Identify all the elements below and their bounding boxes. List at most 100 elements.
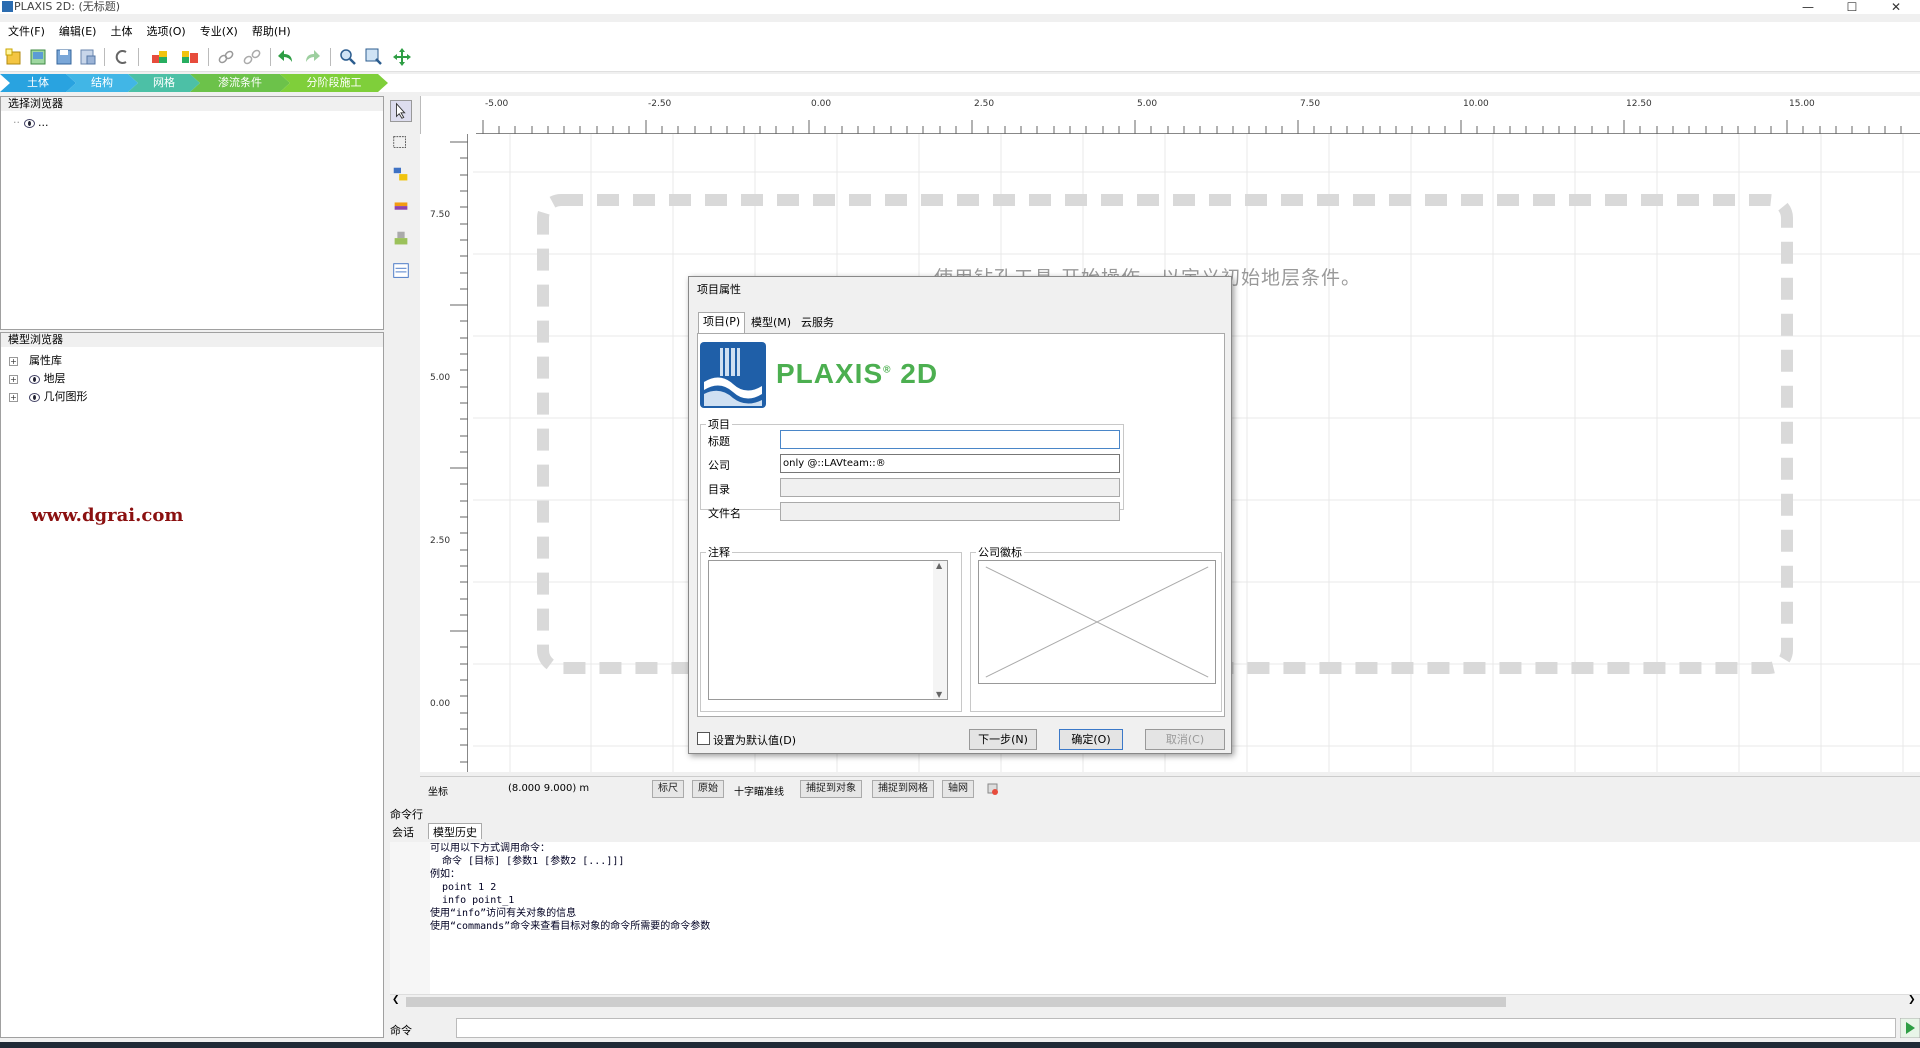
snap-to-grid-button[interactable]: 捕捉到网格 <box>872 780 934 798</box>
visibility-eye-icon[interactable] <box>23 118 35 128</box>
pan-icon[interactable] <box>392 47 412 67</box>
expand-icon[interactable]: + <box>9 375 18 384</box>
tab-cloud-services[interactable]: 云服务 <box>797 314 838 332</box>
command-input[interactable] <box>456 1018 1896 1038</box>
mode-soil-tab[interactable]: 土体 <box>0 74 76 92</box>
visibility-eye-icon[interactable] <box>29 374 40 384</box>
create-soil-icon[interactable] <box>390 228 412 250</box>
selection-root-item[interactable]: ·· ... <box>13 115 49 131</box>
dialog-title: 项目属性 <box>697 283 741 296</box>
rulers-toggle-button[interactable]: 标尺 <box>652 780 684 798</box>
next-button[interactable]: 下一步(N) <box>969 729 1037 750</box>
tab-model[interactable]: 模型(M) <box>747 314 795 332</box>
redo-icon[interactable] <box>302 47 322 67</box>
scrollbar-thumb[interactable] <box>406 997 1506 1007</box>
scroll-up-icon[interactable]: ▲ <box>936 561 942 570</box>
ruler-x-label: 2.50 <box>974 99 995 109</box>
field-filename-label: 文件名 <box>708 507 741 520</box>
tab-project[interactable]: 项目(P) <box>698 312 746 333</box>
save-as-icon[interactable] <box>78 47 98 67</box>
select-cursor-icon[interactable] <box>390 100 412 122</box>
output-line: 使用“info”访问有关对象的信息 <box>430 908 577 919</box>
import-soil-icon[interactable] <box>390 164 412 186</box>
zoom-in-icon[interactable] <box>338 47 358 67</box>
field-title-label: 标题 <box>708 435 730 448</box>
zoom-window-icon[interactable] <box>364 47 384 67</box>
horizontal-scrollbar[interactable]: ❮ ❯ <box>390 994 1920 1008</box>
tree-item-geometry[interactable]: + 几何图形 <box>9 389 88 405</box>
company-logo-placeholder-icon[interactable] <box>978 560 1216 684</box>
coordinates-value: (8.000 9.000) m <box>508 783 590 794</box>
toolbar <box>0 42 1920 72</box>
borehole-icon[interactable] <box>390 196 412 218</box>
close-button[interactable]: ✕ <box>1876 0 1916 14</box>
minimize-button[interactable]: — <box>1788 0 1828 14</box>
mode-structures-tab[interactable]: 结构 <box>66 74 138 92</box>
app-icon <box>2 1 13 12</box>
origin-toggle-button[interactable]: 原始 <box>692 780 724 798</box>
save-icon[interactable] <box>54 47 74 67</box>
import-geometry-icon[interactable] <box>150 47 170 67</box>
visibility-eye-icon[interactable] <box>29 392 40 402</box>
expand-icon[interactable]: + <box>9 393 18 402</box>
title-input[interactable] <box>780 430 1120 449</box>
mode-mesh-tab[interactable]: 网格 <box>128 74 200 92</box>
title-bar: PLAXIS 2D: (无标题) — ☐ ✕ <box>0 0 1920 14</box>
snap-to-object-button[interactable]: 捕捉到对象 <box>800 780 862 798</box>
project-group-label: 项目 <box>706 416 732 432</box>
company-logo-group-label: 公司徽标 <box>976 544 1024 560</box>
execute-command-icon[interactable] <box>1900 1018 1920 1038</box>
model-explorer-panel: 模型浏览器 + 属性库 + 地层 + 几何图形 www.dgrai.com <box>0 332 384 1038</box>
crosshair-toggle[interactable]: 十字瞄准线 <box>734 783 784 798</box>
open-project-icon[interactable] <box>28 47 48 67</box>
mode-staged-construction-tab[interactable]: 分阶段施工 <box>280 74 388 92</box>
mode-flow-conditions-tab[interactable]: 渗流条件 <box>190 74 290 92</box>
watermark-text: www.dgrai.com <box>31 505 184 526</box>
mode-mesh-label: 网格 <box>153 76 175 89</box>
set-default-checkbox[interactable] <box>697 732 710 745</box>
tab-session[interactable]: 会话 <box>392 824 414 840</box>
set-default-label: 设置为默认值(D) <box>713 734 797 747</box>
new-project-icon[interactable] <box>4 47 24 67</box>
notes-textarea[interactable]: ▲ ▼ <box>708 560 948 700</box>
menu-expert[interactable]: 专业(X) <box>193 22 245 42</box>
export-geometry-icon[interactable] <box>180 47 200 67</box>
expand-icon[interactable]: + <box>9 357 18 366</box>
scroll-left-icon[interactable]: ❮ <box>392 995 400 1005</box>
tab-model-history[interactable]: 模型历史 <box>428 823 482 839</box>
link-icon[interactable] <box>216 47 236 67</box>
ruler-x-label: 0.00 <box>811 99 832 109</box>
menu-bar: 文件(F) 编辑(E) 土体 选项(O) 专业(X) 帮助(H) <box>0 22 1920 42</box>
company-input[interactable]: only @::LAVteam::® <box>780 454 1120 473</box>
menu-edit[interactable]: 编辑(E) <box>52 22 104 42</box>
multi-select-icon[interactable] <box>390 132 412 154</box>
ruler-x-label: 7.50 <box>1300 99 1321 109</box>
selection-root-label: ... <box>38 116 49 129</box>
unlink-icon[interactable] <box>242 47 262 67</box>
tree-item-materials[interactable]: + 属性库 <box>9 353 62 369</box>
settings-flag-icon[interactable] <box>986 782 1000 796</box>
undo-icon[interactable] <box>276 47 296 67</box>
plaxis-logo-icon <box>700 342 766 408</box>
scroll-down-icon[interactable]: ▼ <box>936 690 942 699</box>
ruler-y-label: 2.50 <box>430 536 451 546</box>
menu-soil[interactable]: 土体 <box>103 22 139 42</box>
ruler-x-label: -2.50 <box>648 99 672 109</box>
reset-icon[interactable] <box>112 47 132 67</box>
ruler-y-label: 7.50 <box>430 210 451 220</box>
output-line: 可以用以下方式调用命令： <box>430 843 550 854</box>
tree-item-strata[interactable]: + 地层 <box>9 371 66 387</box>
scroll-right-icon[interactable]: ❯ <box>1908 995 1916 1005</box>
ok-button[interactable]: 确定(O) <box>1059 729 1123 750</box>
show-materials-icon[interactable] <box>390 260 412 282</box>
menu-help[interactable]: 帮助(H) <box>245 22 298 42</box>
output-line: info point_1 <box>430 895 515 906</box>
cancel-button[interactable]: 取消(C) <box>1145 729 1225 750</box>
menu-options[interactable]: 选项(O) <box>139 22 192 42</box>
maximize-button[interactable]: ☐ <box>1832 0 1872 14</box>
grid-toggle-button[interactable]: 轴网 <box>942 780 974 798</box>
dialog-tab-page: PLAXIS® 2D 项目 标题 公司 only @::LAVteam::® 目… <box>697 333 1225 717</box>
notes-scrollbar[interactable]: ▲ ▼ <box>933 561 947 699</box>
mode-tabs: 土体 结构 网格 渗流条件 分阶段施工 <box>0 74 1920 92</box>
menu-file[interactable]: 文件(F) <box>0 22 52 42</box>
